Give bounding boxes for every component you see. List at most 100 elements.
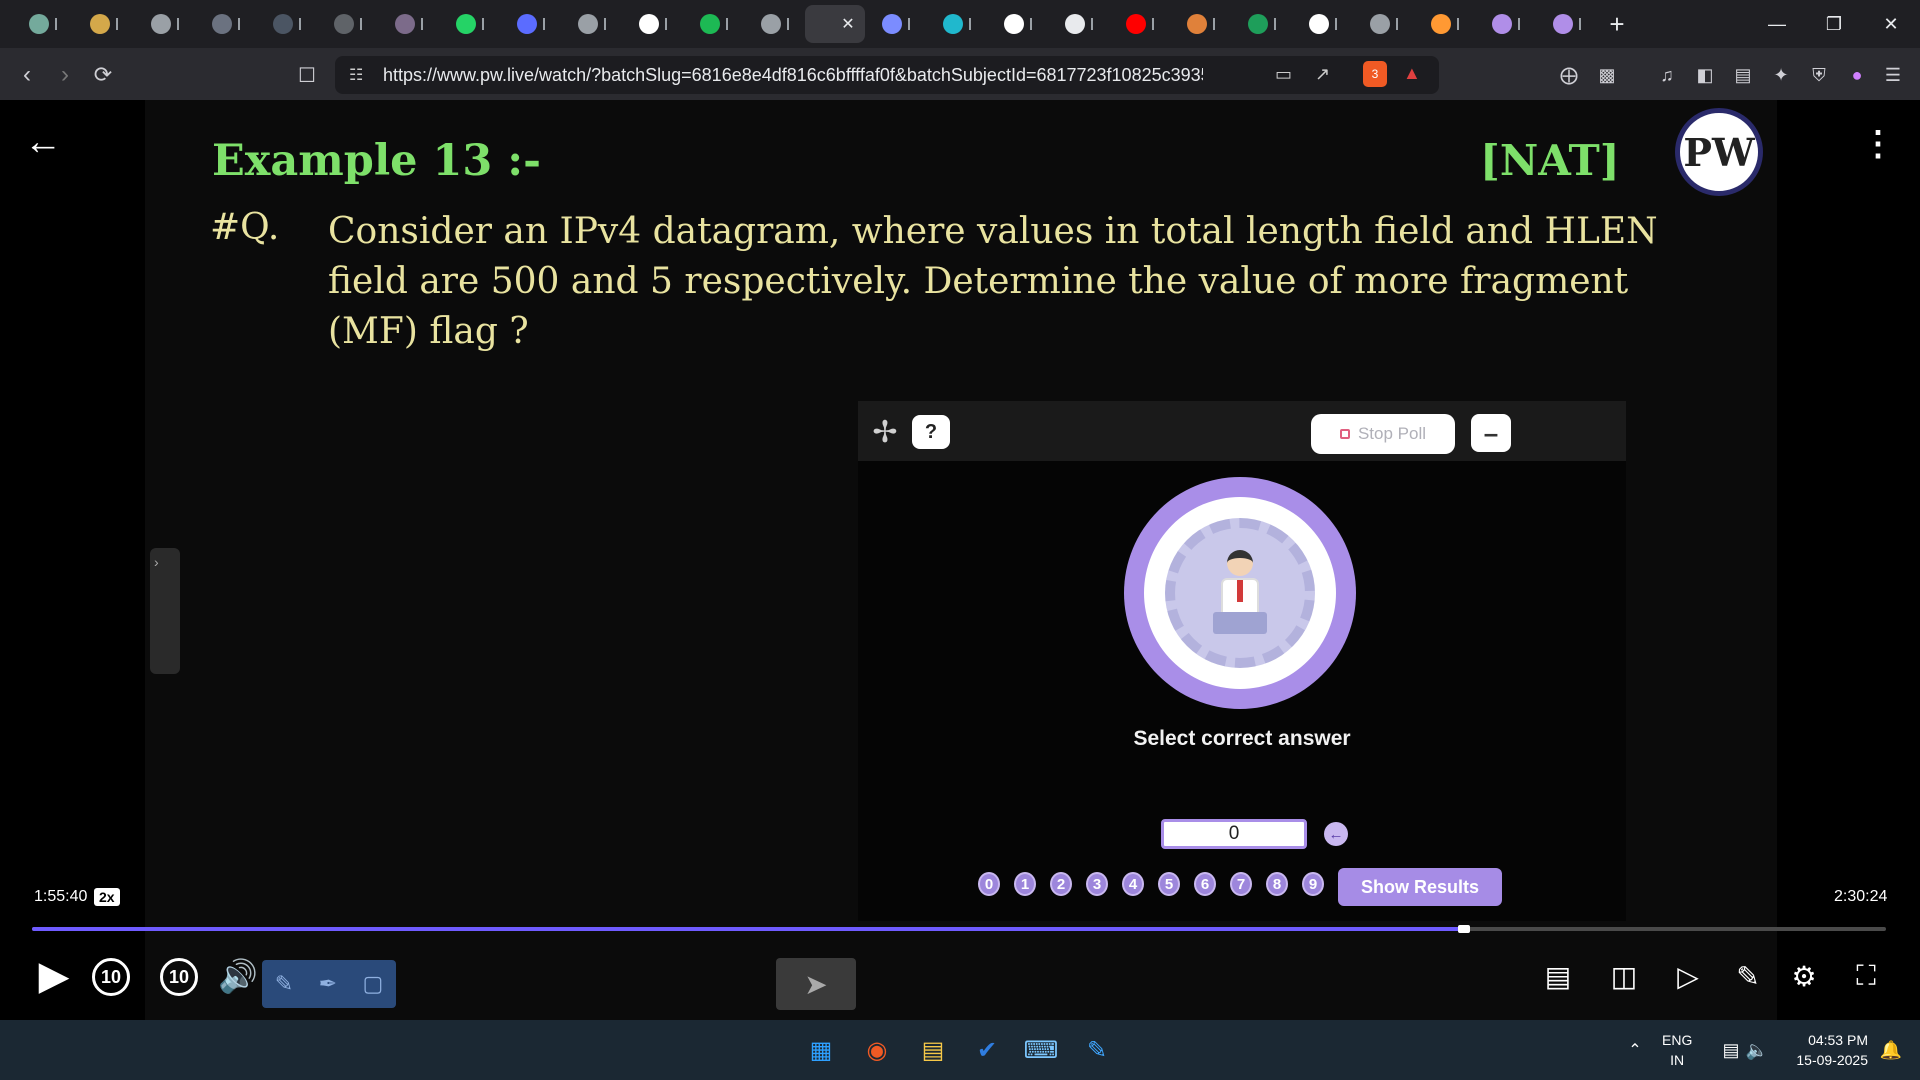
more-options-icon[interactable]: ⋮ <box>1860 124 1896 164</box>
browser-tab[interactable] <box>683 5 744 43</box>
menu-icon[interactable]: ☰ <box>1880 62 1906 88</box>
minimize-button[interactable]: — <box>1748 0 1806 48</box>
google-icon <box>1003 14 1024 34</box>
keypad-key-6[interactable]: 6 <box>1194 872 1216 896</box>
sketch-icon[interactable]: ✎ <box>1076 1030 1118 1070</box>
share-icon[interactable]: ↗ <box>1315 64 1330 85</box>
brave-browser-icon[interactable]: ◉ <box>856 1030 898 1070</box>
keypad-key-0[interactable]: 0 <box>978 872 1000 896</box>
tab-bar: ✕ + <box>0 0 1920 48</box>
browser-tab[interactable] <box>622 5 683 43</box>
vpn-icon[interactable]: ⛨ <box>1806 62 1832 88</box>
notes-icon[interactable]: ✎ <box>1726 954 1770 998</box>
keypad-key-1[interactable]: 1 <box>1014 872 1036 896</box>
volume-icon[interactable]: 🔊 <box>216 954 260 998</box>
forward-nav-button[interactable]: › <box>48 60 82 90</box>
clock[interactable]: 04:53 PM 15-09-2025 <box>1782 1030 1868 1070</box>
browser-tab[interactable] <box>1292 5 1353 43</box>
play-button[interactable]: ▶ <box>32 954 76 998</box>
browser-tab[interactable] <box>744 5 805 43</box>
restore-button[interactable]: ❐ <box>1805 0 1863 48</box>
keypad-key-3[interactable]: 3 <box>1086 872 1108 896</box>
tray-chevron-icon[interactable]: ⌃ <box>1614 1030 1656 1070</box>
forward-10-button[interactable]: 10 <box>160 958 198 996</box>
browser-tab[interactable] <box>378 5 439 43</box>
browser-tab[interactable] <box>500 5 561 43</box>
progress-bar[interactable] <box>32 925 1886 933</box>
site-settings-icon[interactable]: ☷ <box>349 65 363 85</box>
extensions-icon[interactable]: ⨁ <box>1556 62 1582 88</box>
person-illustration <box>1213 550 1267 636</box>
help-icon[interactable]: ? <box>912 415 950 449</box>
browser-tab[interactable] <box>73 5 134 43</box>
playhead[interactable] <box>1458 925 1471 933</box>
question-text: Consider an IPv4 datagram, where values … <box>328 211 1658 352</box>
tab-divider <box>237 18 240 30</box>
keypad-key-4[interactable]: 4 <box>1122 872 1144 896</box>
fullscreen-icon[interactable]: ⛶ <box>1844 954 1888 998</box>
playback-speed[interactable]: 2x <box>94 888 120 906</box>
wallet-icon[interactable]: ▤ <box>1730 62 1756 88</box>
browser-tab[interactable] <box>561 5 622 43</box>
todo-icon[interactable]: ✔ <box>966 1030 1008 1070</box>
browser-tab[interactable] <box>1170 5 1231 43</box>
address-bar[interactable]: ☷ https://www.pw.live/watch/?batchSlug=6… <box>335 56 1439 94</box>
browser-tab[interactable] <box>256 5 317 43</box>
browser-tab[interactable] <box>1414 5 1475 43</box>
side-panel-handle[interactable]: › <box>150 548 180 674</box>
answer-input[interactable]: 0 <box>1161 819 1307 849</box>
sidebar-icon[interactable]: ◧ <box>1692 62 1718 88</box>
profile-icon[interactable]: ● <box>1844 62 1870 88</box>
new-tab-button[interactable]: + <box>1597 4 1637 44</box>
rewind-10-button[interactable]: 10 <box>92 958 130 996</box>
browser-tab[interactable] <box>195 5 256 43</box>
keyboard-icon[interactable]: ⌨ <box>1020 1030 1062 1070</box>
keypad-key-5[interactable]: 5 <box>1158 872 1180 896</box>
browser-tab[interactable] <box>1231 5 1292 43</box>
leo-icon[interactable]: ✦ <box>1768 62 1794 88</box>
brave-shields-icon[interactable]: 3 <box>1363 61 1387 87</box>
notification-bell-icon[interactable]: 🔔 <box>1870 1030 1912 1070</box>
browser-tab[interactable] <box>134 5 195 43</box>
close-tab-icon[interactable]: ✕ <box>841 14 854 34</box>
keypad-key-9[interactable]: 9 <box>1302 872 1324 896</box>
keypad-key-7[interactable]: 7 <box>1230 872 1252 896</box>
file-explorer-icon[interactable]: ▤ <box>912 1030 954 1070</box>
back-arrow-icon[interactable]: ← <box>20 121 66 163</box>
brave-rewards-icon[interactable]: ▲ <box>1403 63 1421 84</box>
close-window-button[interactable]: ✕ <box>1862 0 1920 48</box>
reload-button[interactable]: ⟳ <box>86 60 120 90</box>
chat-icon[interactable]: ▤ <box>1536 954 1580 998</box>
move-icon[interactable]: ✢ <box>866 413 904 451</box>
cast-icon[interactable]: ▭ <box>1275 64 1292 85</box>
browser-tab[interactable] <box>1475 5 1536 43</box>
browser-tab[interactable] <box>439 5 500 43</box>
media-icon[interactable]: ♫ <box>1654 62 1680 88</box>
language-indicator[interactable]: ENG IN <box>1662 1030 1692 1070</box>
back-nav-button[interactable]: ‹ <box>10 60 44 90</box>
speaker-icon[interactable]: 🔈 <box>1736 1030 1778 1070</box>
show-results-button[interactable]: Show Results <box>1338 868 1502 906</box>
browser-tab[interactable] <box>865 5 926 43</box>
keypad-key-8[interactable]: 8 <box>1266 872 1288 896</box>
browser-tab[interactable] <box>317 5 378 43</box>
browser-tab[interactable]: ✕ <box>805 5 865 43</box>
browser-tab[interactable] <box>12 5 73 43</box>
browser-tab[interactable] <box>926 5 987 43</box>
lang-top: ENG <box>1662 1032 1693 1048</box>
windows-start-icon[interactable]: ▦ <box>800 1030 842 1070</box>
browser-tab[interactable] <box>1536 5 1597 43</box>
miniplayer-icon[interactable]: ▷ <box>1666 954 1710 998</box>
reader-icon[interactable]: ▩ <box>1594 62 1620 88</box>
browser-tab[interactable] <box>1109 5 1170 43</box>
stop-poll-button[interactable]: Stop Poll <box>1311 414 1455 454</box>
browser-tab[interactable] <box>987 5 1048 43</box>
bookmark-icon[interactable]: ☐ <box>290 60 324 90</box>
minimize-poll-button[interactable]: – <box>1471 414 1511 452</box>
keypad-key-2[interactable]: 2 <box>1050 872 1072 896</box>
browser-tab[interactable] <box>1048 5 1109 43</box>
translate-icon[interactable]: ◫ <box>1602 954 1646 998</box>
settings-gear-icon[interactable]: ⚙ <box>1782 954 1826 998</box>
backspace-button[interactable]: ← <box>1324 822 1348 846</box>
browser-tab[interactable] <box>1353 5 1414 43</box>
